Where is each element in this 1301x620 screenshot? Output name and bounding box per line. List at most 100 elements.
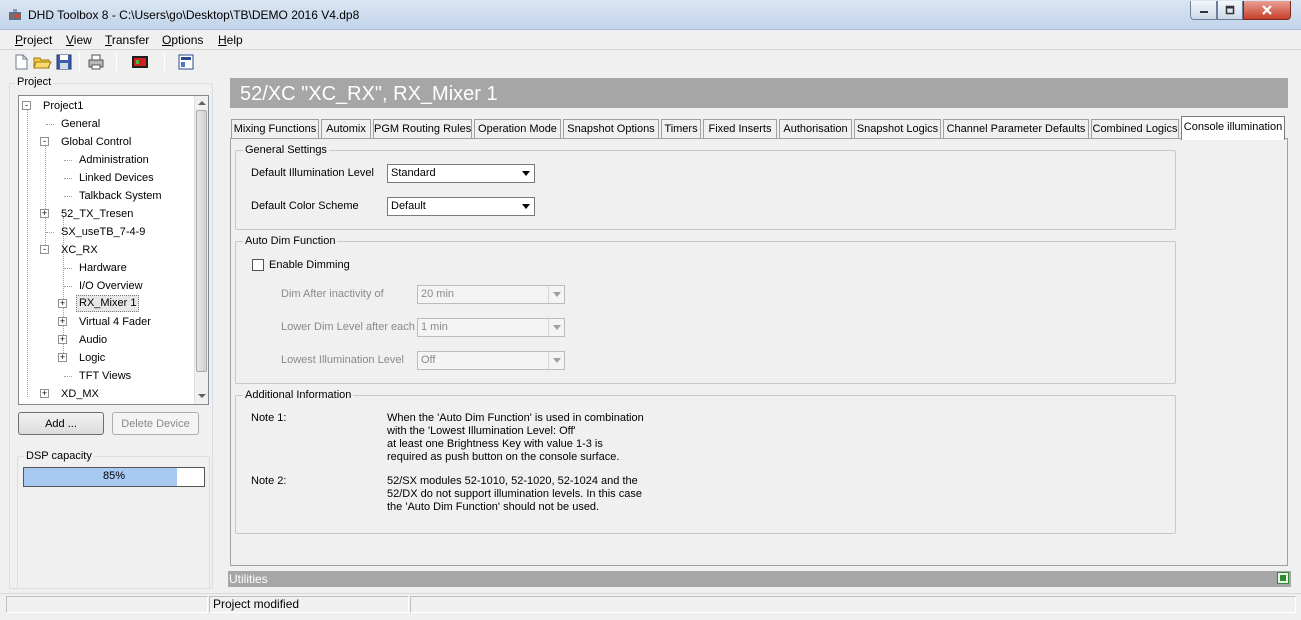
menu-options[interactable]: Options (162, 33, 203, 47)
dim-after-select[interactable]: 20 min (417, 285, 565, 304)
scroll-thumb[interactable] (196, 110, 207, 372)
tree-item-label: General (61, 118, 101, 130)
tree-item-label: XD_MX (61, 388, 99, 400)
tree-line (27, 109, 28, 397)
dsp-percent: 85% (102, 470, 126, 482)
utilities-bar[interactable] (228, 571, 1291, 587)
tree-line (64, 178, 72, 179)
collapse-icon[interactable]: - (40, 245, 49, 254)
chevron-down-icon (548, 286, 564, 303)
expand-icon[interactable]: + (58, 353, 67, 362)
tree-scrollbar[interactable] (194, 96, 208, 404)
tab-fixed-inserts[interactable]: Fixed Inserts (703, 119, 777, 139)
page-title: 52/XC "XC_RX", RX_Mixer 1 (240, 83, 498, 105)
dim-after-label: Dim After inactivity of (281, 288, 384, 300)
tab-operation-mode[interactable]: Operation Mode (474, 119, 561, 139)
lower-dim-select[interactable]: 1 min (417, 318, 565, 337)
tree-line (46, 124, 54, 125)
note2-label: Note 2: (251, 475, 287, 487)
tree-item-label: Project1 (43, 100, 84, 112)
additional-info-label: Additional Information (243, 389, 354, 401)
window-title: DHD Toolbox 8 - C:\Users\go\Desktop\TB\D… (28, 8, 360, 22)
default-color-scheme-select[interactable]: Default (387, 197, 535, 216)
menu-help[interactable]: Help (218, 33, 243, 47)
tab-snapshot-options[interactable]: Snapshot Options (563, 119, 659, 139)
lowest-illumination-select[interactable]: Off (417, 351, 565, 370)
print-icon[interactable] (86, 52, 106, 72)
toolbar (0, 50, 1301, 74)
save-icon[interactable] (54, 52, 74, 72)
scroll-down-icon[interactable] (198, 393, 206, 399)
collapse-icon[interactable]: - (22, 101, 31, 110)
tree-item-label: Global Control (61, 136, 132, 148)
expand-icon[interactable]: + (40, 209, 49, 218)
expand-icon[interactable]: + (58, 317, 67, 326)
tab-authorisation[interactable]: Authorisation (779, 119, 852, 139)
tree-item-label: Administration (79, 154, 149, 166)
tab-channel-parameter-defaults[interactable]: Channel Parameter Defaults (943, 119, 1089, 139)
select-value: 1 min (421, 321, 448, 333)
general-settings-label: General Settings (243, 144, 329, 156)
select-value: Standard (391, 167, 436, 179)
expand-icon[interactable]: + (40, 389, 49, 398)
tab-snapshot-logics[interactable]: Snapshot Logics (854, 119, 941, 139)
default-illumination-label: Default Illumination Level (251, 167, 374, 179)
open-folder-icon[interactable] (32, 52, 52, 72)
expand-icon[interactable]: + (58, 335, 67, 344)
tree-item-label: TFT Views (79, 370, 132, 382)
tab-automix[interactable]: Automix (321, 119, 371, 139)
toolbar-separator (79, 53, 80, 71)
menu-bar: Project View Transfer Options Help (0, 30, 1301, 50)
tree-item-label: RX_Mixer 1 (76, 295, 140, 312)
close-button[interactable] (1243, 1, 1291, 20)
tab-combined-logics[interactable]: Combined Logics (1091, 119, 1179, 139)
minimize-button[interactable] (1190, 1, 1217, 20)
tab-mixing-functions[interactable]: Mixing Functions (231, 119, 319, 139)
note1-label: Note 1: (251, 412, 287, 424)
select-value: Default (391, 200, 426, 212)
minimize-icon (1199, 11, 1208, 13)
menu-transfer[interactable]: Transfer (105, 33, 149, 47)
tree-item-label: I/O Overview (79, 280, 143, 292)
auto-dim-label: Auto Dim Function (243, 235, 338, 247)
utilities-label: Utilities (229, 572, 268, 586)
default-illumination-select[interactable]: Standard (387, 164, 535, 183)
tree-line (64, 286, 72, 287)
menu-view[interactable]: View (66, 33, 92, 47)
app-icon (9, 9, 21, 20)
scroll-up-icon[interactable] (198, 100, 206, 106)
expand-utilities-icon[interactable] (1277, 572, 1289, 584)
enable-dimming-label: Enable Dimming (269, 259, 350, 271)
tree-item-label: SX_useTB_7-4-9 (61, 226, 146, 238)
status-cell-empty (410, 596, 1296, 613)
delete-device-button[interactable]: Delete Device (112, 412, 199, 435)
enable-dimming-checkbox[interactable] (252, 259, 264, 271)
tree-line (64, 160, 72, 161)
tree-line (64, 376, 72, 377)
chevron-down-icon (548, 319, 564, 336)
expand-icon[interactable]: + (58, 299, 67, 308)
tab-pgm-routing-rules[interactable]: PGM Routing Rules (373, 119, 472, 139)
new-file-icon[interactable] (11, 52, 31, 72)
status-message: Project modified (209, 596, 409, 613)
tree-item-label: Linked Devices (79, 172, 154, 184)
tree-line (46, 232, 54, 233)
project-tree[interactable]: - Project1 General - Global Control Admi… (18, 95, 209, 405)
tree-item-label: Logic (79, 352, 106, 364)
tree-line (64, 196, 72, 197)
collapse-icon[interactable]: - (40, 137, 49, 146)
menu-project[interactable]: Project (15, 33, 52, 47)
maximize-button[interactable] (1217, 1, 1243, 20)
chevron-down-icon (548, 352, 564, 369)
tab-console-illumination[interactable]: Console illumination (1181, 116, 1285, 140)
chevron-down-icon (518, 165, 534, 182)
device-icon[interactable] (130, 52, 150, 72)
tab-timers[interactable]: Timers (661, 119, 701, 139)
dsp-capacity-label: DSP capacity (24, 450, 94, 462)
properties-icon[interactable] (176, 52, 196, 72)
chevron-down-icon (518, 198, 534, 215)
default-color-scheme-label: Default Color Scheme (251, 200, 359, 212)
project-panel-label: Project (15, 76, 54, 88)
add-button[interactable]: Add ... (18, 412, 104, 435)
tree-line (64, 268, 72, 269)
